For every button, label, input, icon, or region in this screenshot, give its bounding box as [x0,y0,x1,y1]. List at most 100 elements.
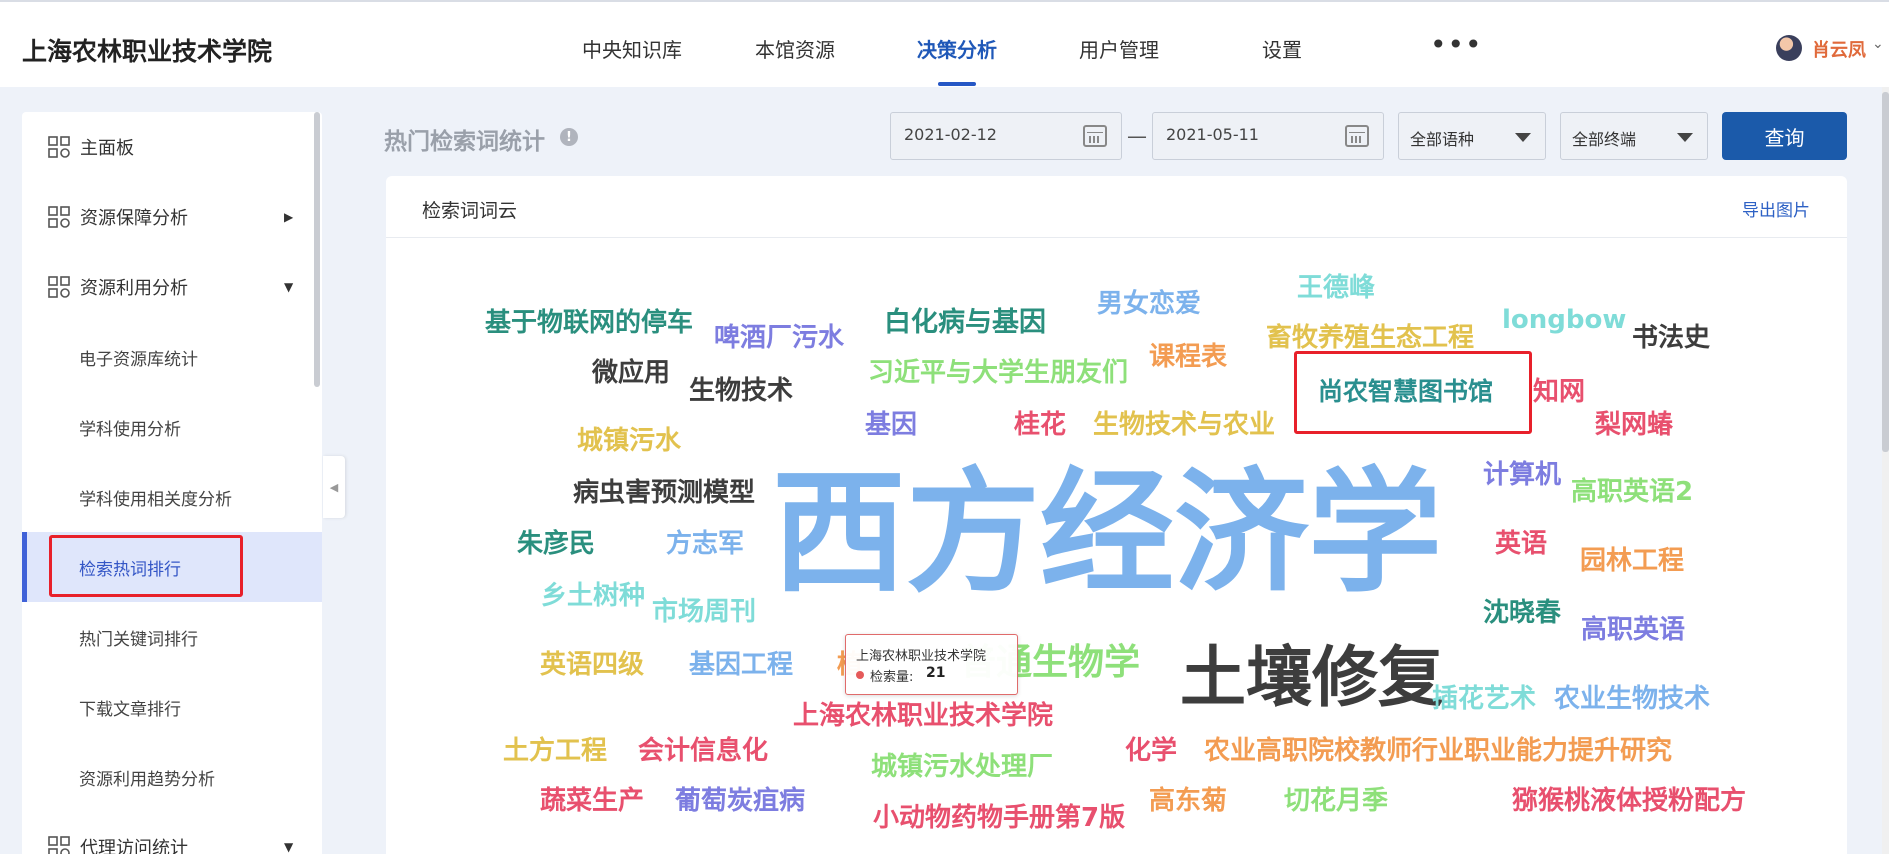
cloud-word[interactable]: 乡土树种 [541,583,645,609]
calendar-icon [1345,125,1369,147]
end-date-value: 2021-05-11 [1166,125,1259,144]
cloud-word[interactable]: 知网 [1533,379,1585,405]
cloud-word[interactable]: 尚农智慧图书馆 [1318,379,1493,404]
cloud-word[interactable]: 书法史 [1632,325,1710,351]
cloud-word[interactable]: 园林工程 [1580,548,1684,574]
cloud-word[interactable]: 畜牧养殖生态工程 [1266,325,1474,351]
cloud-word[interactable]: 计算机 [1483,462,1561,488]
cloud-word[interactable]: 男女恋爱 [1097,291,1201,317]
sidebar-item-label: 电子资源库统计 [79,349,198,370]
cloud-word[interactable]: 病虫害预测模型 [573,480,755,506]
top-bar: 上海农林职业技术学院 中央知识库 本馆资源 决策分析 用户管理 设置 ••• 肖… [0,0,1889,87]
cloud-word[interactable]: 英语 [1495,531,1547,557]
start-date-value: 2021-02-12 [904,125,997,144]
sidebar-item-label: 学科使用相关度分析 [79,489,232,510]
cloud-word[interactable]: 切花月季 [1284,788,1388,814]
cloud-word[interactable]: 土方工程 [503,738,607,764]
cloud-word[interactable]: 化学 [1125,738,1177,764]
more-menu-icon[interactable]: ••• [1430,28,1483,61]
cloud-word[interactable]: 市场周刊 [652,599,756,625]
sidebar-item-download-ranking[interactable]: 下载文章排行 [22,672,322,742]
terminal-select[interactable]: 全部终端 [1560,112,1708,160]
cloud-word[interactable]: 基于物联网的停车 [485,310,693,336]
cloud-word[interactable]: 基因工程 [689,652,793,678]
sidebar-item-resource-guarantee[interactable]: 资源保障分析 ▶ [22,182,322,252]
cloud-word[interactable]: 习近平与大学生朋友们 [868,360,1128,386]
terminal-select-value: 全部终端 [1572,130,1637,149]
dashboard-icon [48,206,70,228]
sidebar-item-resource-usage[interactable]: 资源利用分析 ▼ [22,252,322,322]
tooltip-metric-label: 检索量: [870,670,914,685]
nav-user-management[interactable]: 用户管理 [1079,34,1159,63]
cloud-word[interactable]: 小动物药物手册第7版 [873,805,1125,831]
nav-central-knowledge[interactable]: 中央知识库 [582,34,682,63]
sidebar-item-usage-trend[interactable]: 资源利用趋势分析 [22,742,322,812]
sidebar-item-label: 代理访问统计 [80,838,188,854]
cloud-word[interactable]: 英语四级 [540,652,644,678]
cloud-word[interactable]: 高职英语2 [1571,479,1693,505]
sidebar-item-subject-correlation[interactable]: 学科使用相关度分析 [22,462,322,532]
cloud-word[interactable]: 沈晓春 [1483,600,1561,626]
query-button[interactable]: 查询 [1722,112,1847,160]
cloud-word[interactable]: 朱彦民 [517,531,595,557]
cloud-word[interactable]: 猕猴桃液体授粉配方 [1512,788,1746,814]
cloud-word[interactable]: 会计信息化 [638,738,768,764]
card-title: 检索词词云 [422,200,518,222]
start-date-picker[interactable]: 2021-02-12 [890,112,1122,160]
cloud-word[interactable]: 微应用 [592,360,670,386]
sidebar-item-eresource-stats[interactable]: 电子资源库统计 [22,322,322,392]
cloud-word[interactable]: 白化病与基因 [884,309,1046,336]
page-scrollbar-thumb[interactable] [1882,92,1889,452]
cloud-word[interactable]: 土壤修复 [1180,645,1444,711]
cloud-word[interactable]: 课程表 [1149,344,1227,370]
cloud-word[interactable]: 插花艺术 [1432,686,1536,712]
cloud-word[interactable]: 王德峰 [1297,275,1375,301]
info-icon[interactable]: ! [560,128,578,146]
sidebar-item-hot-search-terms[interactable]: 检索热词排行 [22,532,322,602]
cloud-word[interactable]: 基因 [865,412,917,438]
active-nav-underline [938,82,976,86]
cloud-word[interactable]: 梨网蝽 [1595,412,1673,438]
sidebar-item-hot-keywords[interactable]: 热门关键词排行 [22,602,322,672]
sidebar-item-proxy-access[interactable]: 代理访问统计 ▼ [22,812,322,854]
sidebar: 主面板 资源保障分析 ▶ 资源利用分析 ▼ 电子资源库统计 学科使用分析 学科使… [22,112,322,854]
nav-decision-analysis[interactable]: 决策分析 [917,34,997,63]
cloud-word[interactable]: 城镇污水 [577,428,681,454]
cloud-word[interactable]: 桂花 [1014,412,1066,438]
user-menu-chevron-icon[interactable]: ⌄ [1872,36,1884,52]
user-name[interactable]: 肖云凤 [1812,36,1866,62]
cloud-word[interactable]: 蔬菜生产 [540,788,644,814]
expand-down-icon: ▼ [284,840,294,854]
language-select-value: 全部语种 [1410,130,1475,149]
nav-library-resources[interactable]: 本馆资源 [755,34,835,63]
cloud-word[interactable]: 生物技术 [689,378,793,404]
dashboard-icon [48,836,70,854]
expand-down-icon: ▼ [284,280,294,294]
cloud-word[interactable]: 葡萄炭疽病 [675,788,805,814]
dashboard-icon [48,276,70,298]
dashboard-icon [48,136,70,158]
sidebar-item-dashboard[interactable]: 主面板 [22,112,322,182]
cloud-word[interactable]: 农业生物技术 [1554,686,1710,712]
cloud-word[interactable]: 啤酒厂污水 [714,325,844,351]
nav-settings[interactable]: 设置 [1262,34,1302,63]
user-avatar[interactable] [1776,35,1802,61]
language-select[interactable]: 全部语种 [1398,112,1546,160]
cloud-word[interactable]: 西方经济学 [772,466,1442,600]
cloud-word[interactable]: 高职英语 [1581,617,1685,643]
cloud-word[interactable]: 生物技术与农业 [1093,412,1275,438]
calendar-icon [1083,125,1107,147]
cloud-word[interactable]: 方志军 [666,531,744,557]
tooltip-title: 上海农林职业技术学院 [856,649,987,664]
cloud-word[interactable]: 上海农林职业技术学院 [793,703,1053,729]
cloud-word[interactable]: 城镇污水处理厂 [871,754,1053,780]
cloud-word[interactable]: 农业高职院校教师行业职业能力提升研究 [1204,738,1672,764]
cloud-word[interactable]: 高东菊 [1149,788,1227,814]
end-date-picker[interactable]: 2021-05-11 [1152,112,1384,160]
cloud-word[interactable]: longbow [1502,307,1626,333]
export-image-link[interactable]: 导出图片 [1742,196,1810,221]
sidebar-scrollbar[interactable] [314,112,320,387]
sidebar-collapse-icon[interactable]: ◀ [323,456,345,518]
card-header: 检索词词云 导出图片 [386,176,1847,238]
sidebar-item-subject-usage[interactable]: 学科使用分析 [22,392,322,462]
